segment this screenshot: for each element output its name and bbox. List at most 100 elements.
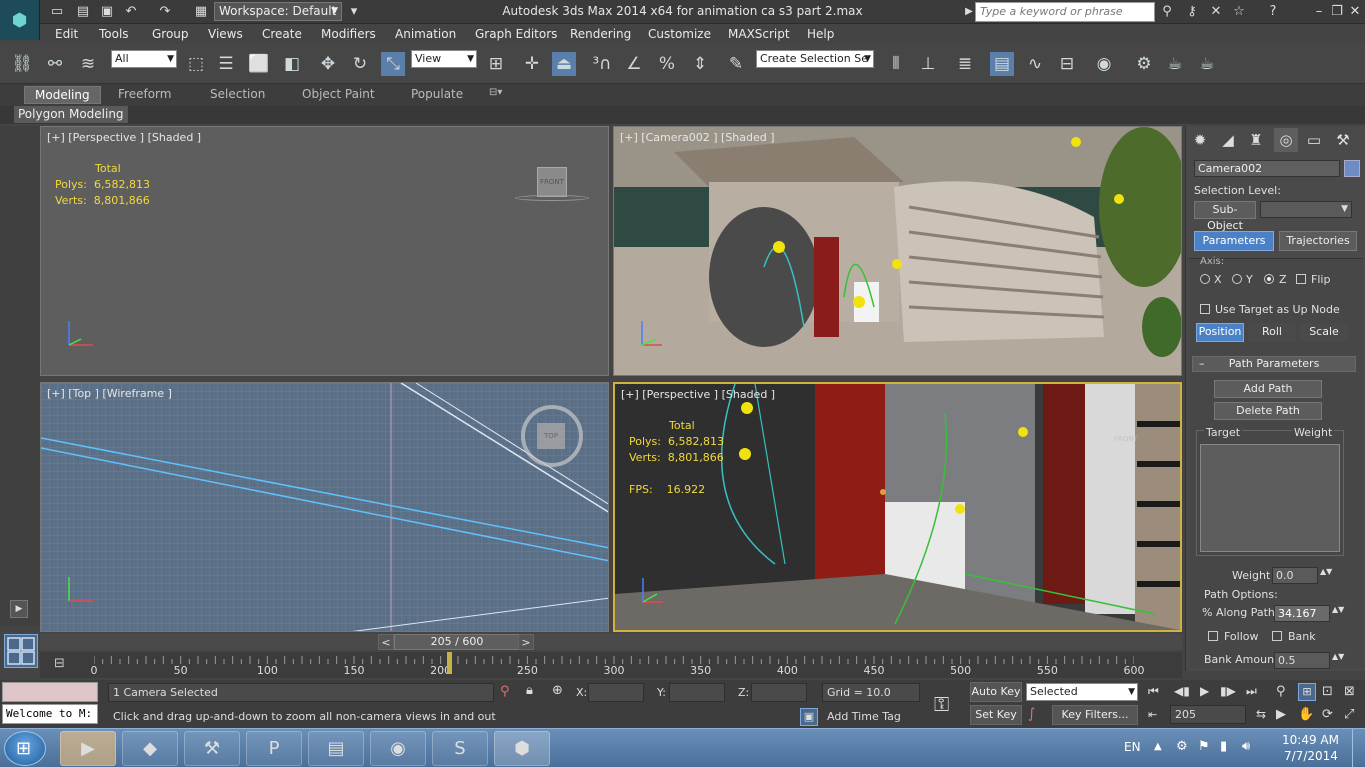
axis-x-radio[interactable] (1200, 274, 1210, 284)
position-button[interactable]: Position (1196, 323, 1244, 342)
next-frame-icon[interactable]: ▮▶ (1220, 684, 1236, 698)
ribbon-options-icon[interactable]: ⊟▾ (489, 87, 502, 98)
mirror-icon[interactable]: ⫴ (884, 52, 908, 76)
pivot-center-icon[interactable]: ⊞ (484, 52, 508, 76)
utilities-tab-icon[interactable]: ⚒ (1331, 128, 1355, 152)
menu-graph-editors[interactable]: Graph Editors (475, 27, 557, 41)
viewport-top[interactable]: [+] [Top ] [Wireframe ] TOP (40, 382, 609, 632)
field-of-view-icon[interactable]: ▶ (1276, 707, 1286, 722)
curve-editor-icon[interactable]: ∿ (1023, 52, 1047, 76)
modify-tab-icon[interactable]: ◢ (1216, 128, 1240, 152)
follow-checkbox[interactable] (1208, 631, 1218, 641)
open-file-icon[interactable]: ▤ (74, 3, 92, 21)
project-folder-icon[interactable]: ▦ (192, 3, 210, 21)
edit-named-selection-icon[interactable]: ✎ (724, 52, 748, 76)
z-coord-field[interactable] (751, 683, 807, 702)
close-icon[interactable]: ✕ (1346, 3, 1364, 21)
taskbar-file-explorer[interactable]: ▤ (308, 731, 364, 766)
volume-icon[interactable]: 🔊︎ (1242, 739, 1250, 754)
default-in-out-tangents-icon[interactable]: ∫ (1028, 706, 1035, 722)
viewport-label[interactable]: [+] [Camera002 ] [Shaded ] (620, 131, 775, 144)
along-path-spinner-icon[interactable]: ▲▼ (1332, 605, 1344, 614)
language-indicator[interactable]: EN (1124, 740, 1141, 754)
start-button[interactable]: ⊞ (4, 731, 46, 766)
select-object-icon[interactable]: ⬚ (184, 52, 208, 76)
schematic-view-icon[interactable]: ⊟ (1055, 52, 1079, 76)
binoculars-icon[interactable]: ⚲ (1158, 3, 1176, 21)
weight-spinner-icon[interactable]: ▲▼ (1320, 567, 1332, 576)
time-configuration-icon[interactable]: ⇆ (1256, 707, 1266, 721)
taskbar-chrome[interactable]: ◉ (370, 731, 426, 766)
key-mode-toggle-icon[interactable]: ⇤ (1148, 708, 1157, 721)
add-path-button[interactable]: Add Path (1214, 380, 1322, 398)
go-to-end-icon[interactable]: ⏭ (1246, 684, 1257, 699)
taskbar-powerpoint[interactable]: P (246, 731, 302, 766)
taskbar-app-3[interactable]: ⚒ (184, 731, 240, 766)
workspace-dropdown[interactable]: Workspace: Default ▼ (214, 2, 342, 21)
time-slider-thumb[interactable]: 205 / 600 (394, 634, 520, 650)
menu-maxscript[interactable]: MAXScript (728, 27, 790, 41)
search-input[interactable]: Type a keyword or phrase (975, 2, 1155, 22)
viewport-perspective[interactable]: [+] [Perspective ] [Shaded ] Total Polys… (40, 126, 609, 376)
current-frame-marker[interactable] (447, 652, 453, 674)
time-slider-prev-icon[interactable]: < (378, 634, 394, 650)
viewport-layout-icon[interactable] (4, 634, 38, 668)
menu-customize[interactable]: Customize (648, 27, 711, 41)
object-color-swatch[interactable] (1344, 160, 1360, 177)
time-tag-icon[interactable]: ▣ (800, 708, 818, 726)
bank-amount-spinner-icon[interactable]: ▲▼ (1332, 652, 1344, 661)
y-coord-field[interactable] (669, 683, 725, 702)
parameters-button[interactable]: Parameters (1194, 231, 1274, 251)
hierarchy-tab-icon[interactable]: ♜ (1244, 128, 1268, 152)
tab-selection[interactable]: Selection (210, 87, 265, 101)
viewport-label[interactable]: [+] [Top ] [Wireframe ] (47, 387, 172, 400)
zoom-extents-icon[interactable]: ⊡ (1322, 684, 1333, 699)
bank-checkbox[interactable] (1272, 631, 1282, 641)
mini-curve-editor-icon[interactable]: ⊟ (54, 656, 65, 671)
select-manipulate-icon[interactable]: ✛ (520, 52, 544, 76)
rendered-frame-window-icon[interactable]: ☕ (1163, 52, 1187, 76)
subscription-icon[interactable]: ⚷ (1183, 3, 1201, 21)
viewport-camera[interactable]: [+] [Camera002 ] [Shaded ] (613, 126, 1182, 376)
previous-frame-icon[interactable]: ◀▮ (1174, 684, 1190, 698)
maxscript-listener-mini[interactable] (2, 682, 98, 702)
scale-button[interactable]: Scale (1300, 323, 1348, 342)
delete-path-button[interactable]: Delete Path (1214, 402, 1322, 420)
tab-object-paint[interactable]: Object Paint (302, 87, 375, 101)
sub-object-dropdown[interactable]: ▼ (1260, 201, 1352, 218)
add-time-tag[interactable]: Add Time Tag (822, 707, 920, 726)
taskbar-app-2[interactable]: ◆ (122, 731, 178, 766)
menu-create[interactable]: Create (262, 27, 302, 41)
weight-field[interactable]: 0.0 (1272, 567, 1318, 584)
bank-amount-field[interactable]: 0.5 (1274, 652, 1330, 669)
expand-panel-icon[interactable]: ▶ (10, 600, 28, 618)
display-tab-icon[interactable]: ▭ (1302, 128, 1326, 152)
time-slider-track[interactable] (40, 634, 1182, 650)
move-icon[interactable]: ✥ (316, 52, 340, 76)
time-slider-next-icon[interactable]: > (518, 634, 534, 650)
menu-rendering[interactable]: Rendering (570, 27, 631, 41)
communication-icon[interactable]: ✕ (1207, 3, 1225, 21)
minimize-icon[interactable]: – (1310, 3, 1328, 21)
redo-icon[interactable]: ↷ (156, 3, 174, 21)
scale-icon[interactable]: ⤡ (381, 52, 405, 76)
viewcube[interactable]: TOP (537, 423, 565, 449)
render-production-icon[interactable]: ☕ (1195, 52, 1219, 76)
viewport-label[interactable]: [+] [Perspective ] [Shaded ] (621, 388, 775, 401)
reference-coord-dropdown[interactable]: View ▼ (411, 50, 477, 68)
isolate-selection-icon[interactable]: ⚲ (500, 684, 510, 699)
zoom-extents-all-icon[interactable]: ⊠ (1344, 684, 1355, 699)
tab-modeling[interactable]: Modeling (24, 86, 101, 104)
use-target-checkbox[interactable] (1200, 304, 1210, 314)
tab-populate[interactable]: Populate (411, 87, 463, 101)
orbit-icon[interactable]: ⟳ (1322, 707, 1333, 722)
select-by-name-icon[interactable]: ☰ (214, 52, 238, 76)
new-file-icon[interactable]: ▭ (48, 3, 66, 21)
set-key-icon[interactable]: ⚿ (934, 692, 949, 716)
undo-icon[interactable]: ↶ (122, 3, 140, 21)
menu-help[interactable]: Help (807, 27, 834, 41)
play-icon[interactable]: ▶ (1200, 684, 1209, 698)
object-name-field[interactable]: Camera002 (1194, 160, 1340, 177)
key-filters-button[interactable]: Key Filters... (1052, 705, 1138, 725)
track-bar[interactable]: ⊟ 0 50 100 150 200 250 300 350 400 450 500 550 600 (40, 652, 1182, 678)
